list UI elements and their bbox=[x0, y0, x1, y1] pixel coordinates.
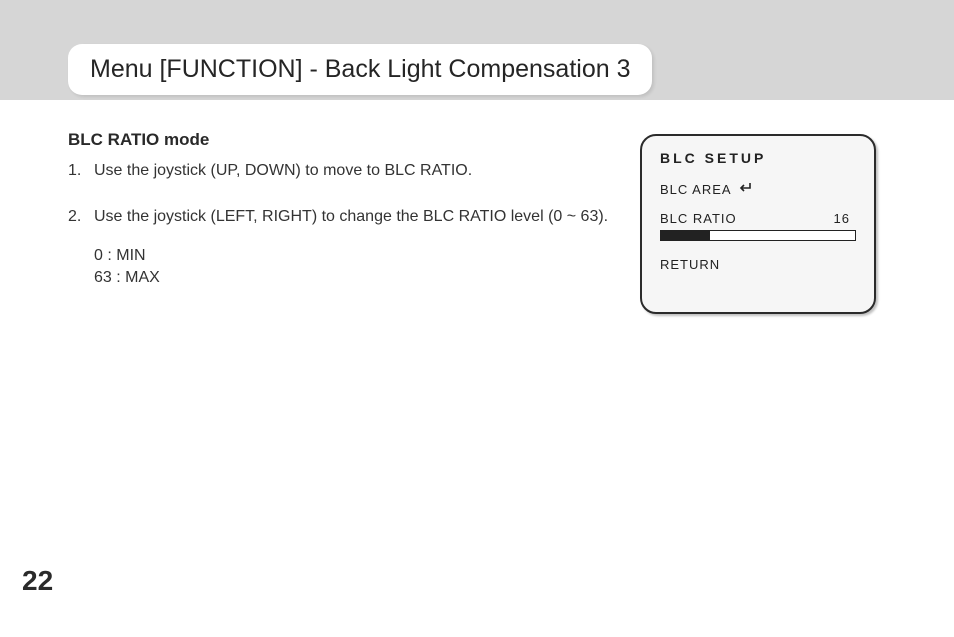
ratio-progress-fill bbox=[661, 231, 710, 240]
osd-ratio-label: BLC RATIO bbox=[660, 211, 737, 226]
page-title: Menu [FUNCTION] - Back Light Compensatio… bbox=[68, 44, 652, 95]
step-extra-line: 63 : MAX bbox=[94, 267, 608, 289]
step-text: Use the joystick (UP, DOWN) to move to B… bbox=[94, 160, 472, 182]
osd-ratio-value: 16 bbox=[834, 211, 856, 226]
enter-icon bbox=[738, 182, 752, 197]
section-subhead: BLC RATIO mode bbox=[68, 130, 628, 150]
osd-row-ratio[interactable]: BLC RATIO 16 bbox=[660, 211, 856, 226]
osd-row-area[interactable]: BLC AREA bbox=[660, 182, 856, 197]
step-extra-line: 0 : MIN bbox=[94, 245, 608, 267]
osd-panel: BLC SETUP BLC AREA BLC RATIO 16 RETURN bbox=[640, 134, 876, 314]
osd-title: BLC SETUP bbox=[660, 150, 856, 166]
osd-area-label: BLC AREA bbox=[660, 182, 732, 197]
step-item: 1. Use the joystick (UP, DOWN) to move t… bbox=[68, 160, 628, 182]
instructions-block: BLC RATIO mode 1. Use the joystick (UP, … bbox=[68, 130, 628, 312]
osd-row-return[interactable]: RETURN bbox=[660, 257, 856, 272]
step-text: Use the joystick (LEFT, RIGHT) to change… bbox=[94, 208, 608, 225]
ratio-progress-bar[interactable] bbox=[660, 230, 856, 241]
step-item: 2. Use the joystick (LEFT, RIGHT) to cha… bbox=[68, 206, 628, 289]
osd-return-label: RETURN bbox=[660, 257, 720, 272]
header-band: Menu [FUNCTION] - Back Light Compensatio… bbox=[0, 0, 954, 100]
step-number: 1. bbox=[68, 160, 94, 182]
page-number: 22 bbox=[22, 565, 53, 597]
step-number: 2. bbox=[68, 206, 94, 228]
